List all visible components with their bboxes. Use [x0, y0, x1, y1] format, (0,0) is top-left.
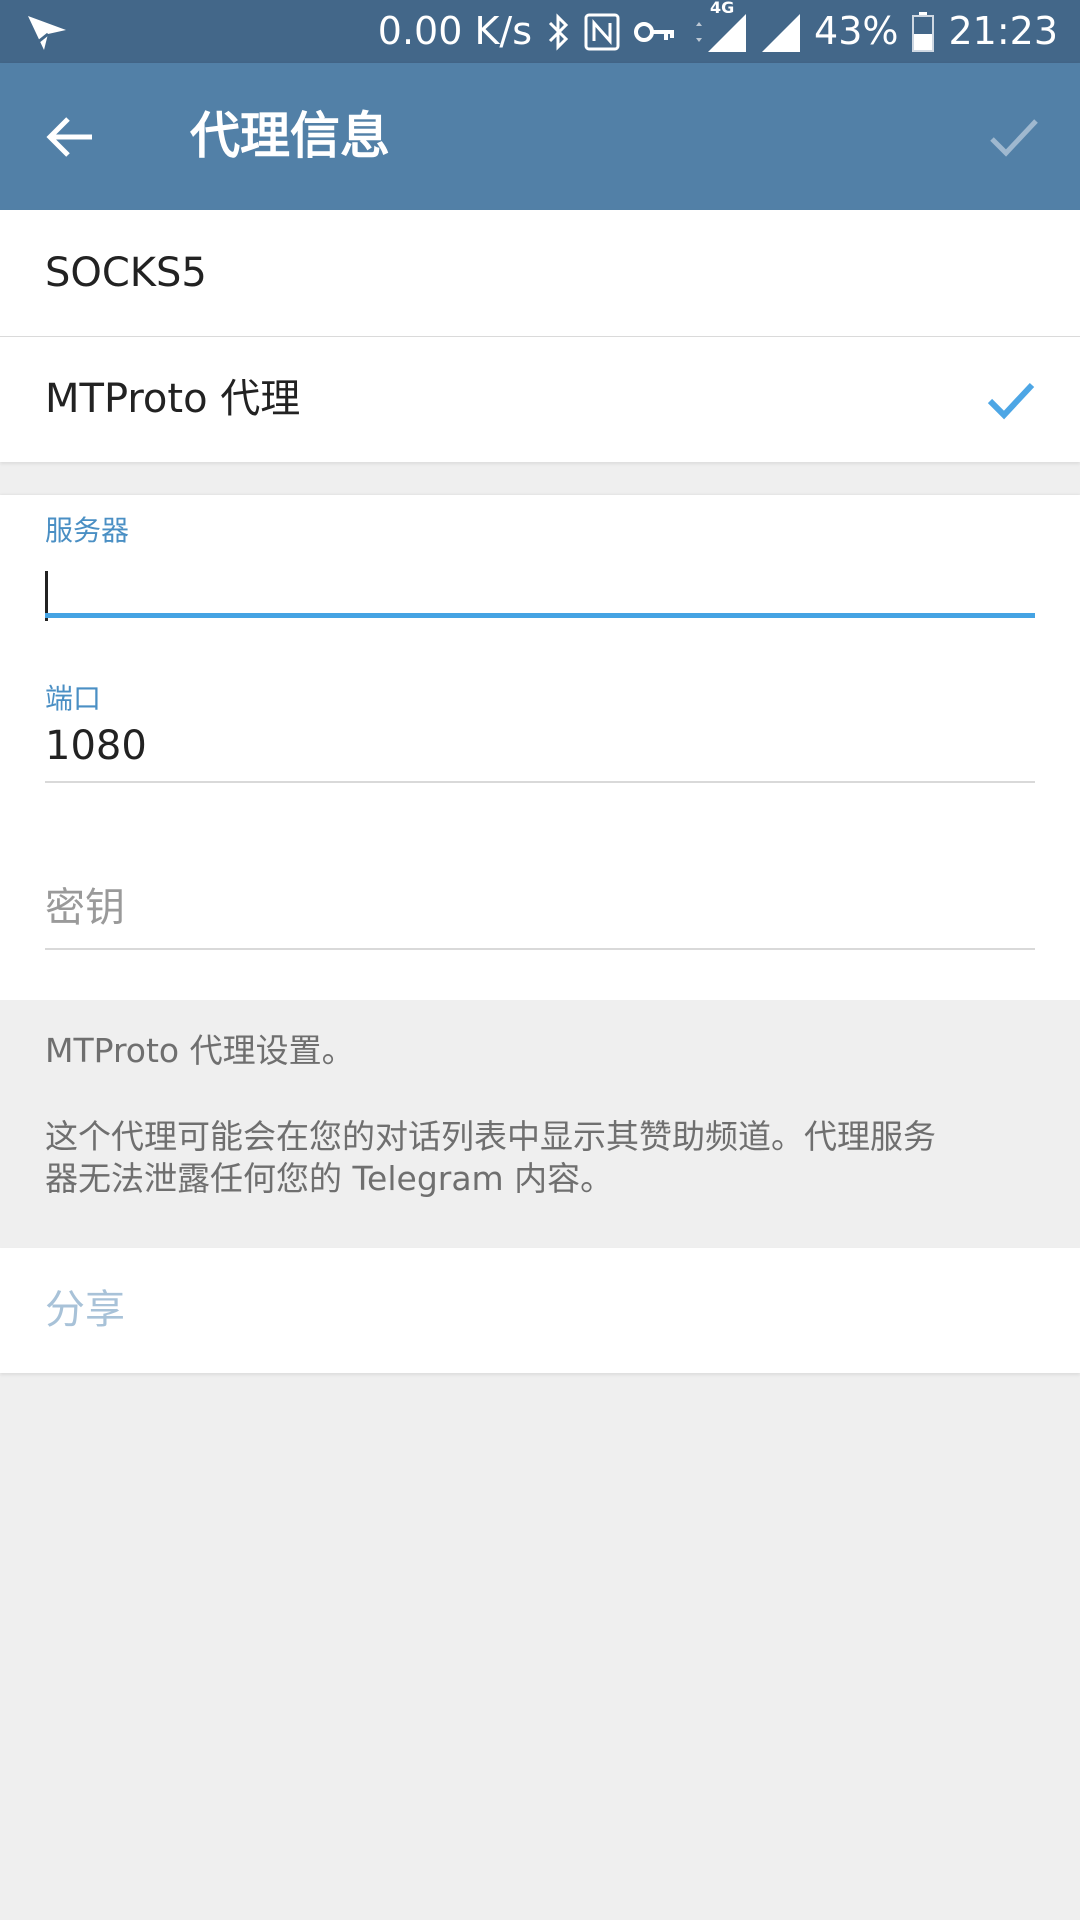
proxy-type-mtproto[interactable]: MTProto 代理 [0, 337, 1080, 462]
share-button[interactable]: 分享 [45, 1248, 125, 1373]
info-text-line: 这个代理可能会在您的对话列表中显示其赞助频道。代理服务 [45, 1117, 936, 1156]
info-text-line: 器无法泄露任何您的 Telegram 内容。 [45, 1159, 614, 1198]
server-field[interactable]: 服务器 [45, 513, 1035, 623]
checkmark-icon[interactable] [978, 101, 1050, 173]
battery-icon [912, 11, 935, 52]
info-section: MTProto 代理设置。 这个代理可能会在您的对话列表中显示其赞助频道。代理服… [0, 1000, 1080, 1248]
share-section: 分享 [0, 1248, 1080, 1373]
send-icon [28, 16, 66, 50]
clock: 21:23 [948, 9, 1058, 53]
bluetooth-icon [548, 12, 569, 51]
status-bar: 0.00 K/s 4G 43% 21:23 [0, 0, 1080, 63]
page-title: 代理信息 [190, 107, 390, 165]
proxy-type-list: SOCKS5 MTProto 代理 [0, 210, 1080, 462]
vpn-key-icon [634, 21, 675, 42]
server-underline [45, 613, 1035, 618]
arrow-back-icon[interactable] [36, 101, 108, 173]
nfc-icon [584, 13, 620, 50]
toolbar: 代理信息 [0, 63, 1080, 210]
proxy-type-label: SOCKS5 [45, 250, 207, 296]
port-input[interactable]: 1080 [45, 719, 147, 773]
secret-input[interactable]: 密钥 [45, 881, 125, 935]
port-underline [45, 781, 1035, 783]
selected-check-icon [987, 382, 1035, 420]
proxy-type-socks5[interactable]: SOCKS5 [0, 210, 1080, 337]
network-speed: 0.00 K/s [377, 9, 533, 53]
proxy-type-label: MTProto 代理 [45, 376, 301, 422]
battery-percent: 43% [814, 9, 899, 53]
info-title: MTProto 代理设置。 [45, 1031, 355, 1070]
port-label: 端口 [45, 682, 102, 715]
server-label: 服务器 [45, 514, 130, 547]
port-field[interactable]: 端口 1080 [45, 681, 1035, 791]
secret-underline [45, 948, 1035, 950]
proxy-fields: 服务器 端口 1080 密钥 [0, 495, 1080, 1000]
status-indicators: 0.00 K/s 4G 43% 21:23 [378, 0, 1058, 63]
secret-field[interactable]: 密钥 [45, 881, 1035, 961]
signal-icon [762, 13, 801, 52]
signal-4g-icon: 4G [690, 0, 747, 52]
